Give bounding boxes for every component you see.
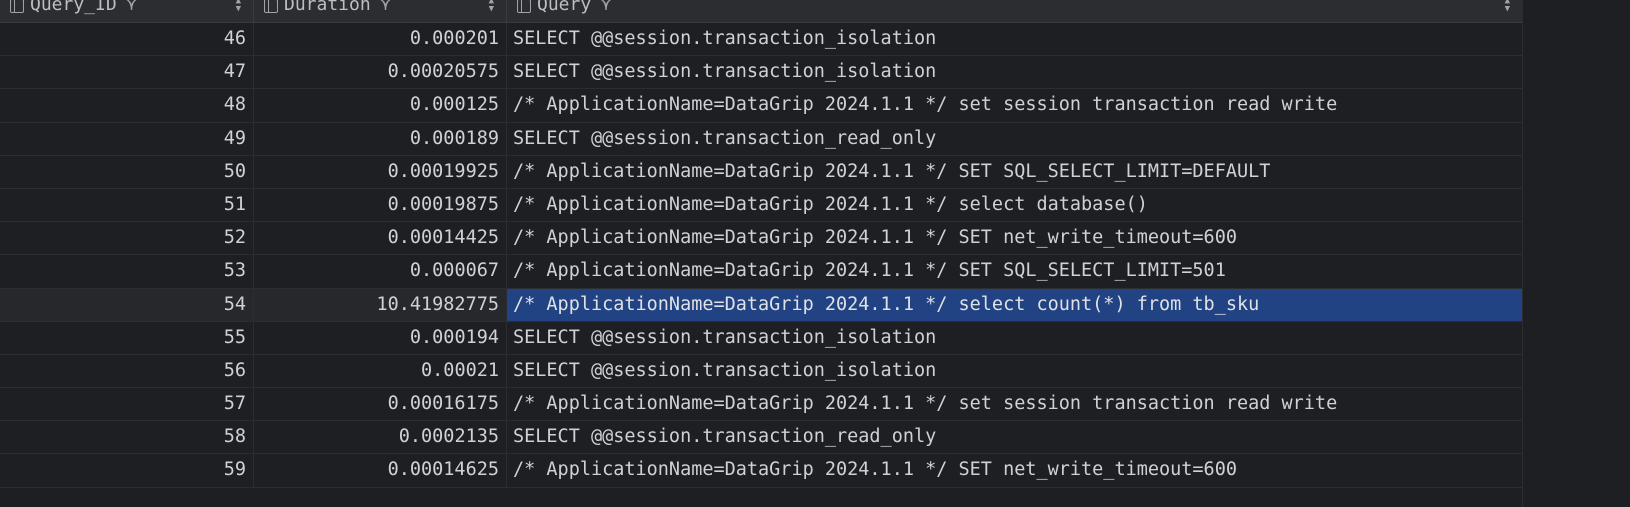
cell-query[interactable]: /* ApplicationName=DataGrip 2024.1.1 */ … — [507, 189, 1522, 221]
cell-query[interactable]: /* ApplicationName=DataGrip 2024.1.1 */ … — [507, 288, 1522, 321]
table-header: Query_ID ⋎ ▲ ▼ Duration ⋎ ▲ ▼ Query ⋎ ▲ ▼ — [0, 0, 1522, 23]
table-row[interactable]: 55 0.000194 SELECT @@session.transaction_i… — [0, 321, 1522, 355]
cell-duration[interactable]: 0.00014625 — [254, 454, 507, 487]
filter-icon[interactable]: ⋎ — [601, 0, 611, 16]
cell-query[interactable]: /* ApplicationName=DataGrip 2024.1.1 */ … — [507, 388, 1522, 420]
cell-query[interactable]: /* ApplicationName=DataGrip 2024.1.1 */ … — [507, 454, 1522, 486]
cell-query-id[interactable]: 53 — [0, 255, 254, 288]
sort-icon[interactable]: ▲ ▼ — [1505, 0, 1510, 14]
cell-duration[interactable]: 0.00020575 — [254, 56, 507, 89]
cell-query-id[interactable]: 51 — [0, 188, 254, 222]
cell-query[interactable]: SELECT @@session.transaction_isolation — [507, 23, 1522, 55]
cell-query[interactable]: /* ApplicationName=DataGrip 2024.1.1 */ … — [507, 156, 1522, 188]
empty-area — [1522, 0, 1630, 507]
table-row[interactable]: 52 0.00014425/* ApplicationName=DataGrip … — [0, 222, 1522, 256]
table-row[interactable]: 56 0.00021 SELECT @@session.transaction_is… — [0, 354, 1522, 389]
cell-query[interactable]: /* ApplicationName=DataGrip 2024.1.1 */ … — [507, 89, 1522, 121]
cell-query-id[interactable]: 54 — [0, 288, 254, 321]
query-profile-table: Query_ID ⋎ ▲ ▼ Duration ⋎ ▲ ▼ Query ⋎ ▲ ▼ 4… — [0, 0, 1522, 488]
table-row[interactable]: 54 10.41982775/* ApplicationName=DataGrip… — [0, 288, 1522, 322]
table-body: 46 0.000201 SELECT @@session.transaction_i… — [0, 23, 1522, 488]
column-icon — [517, 0, 531, 13]
cell-query-id[interactable]: 47 — [0, 56, 254, 89]
cell-duration[interactable]: 0.00014425 — [254, 222, 507, 255]
cell-query-id[interactable]: 55 — [0, 321, 254, 354]
cell-query[interactable]: SELECT @@session.transaction_read_only — [507, 123, 1522, 155]
cell-query-id[interactable]: 57 — [0, 388, 254, 421]
cell-duration[interactable]: 0.00021 — [254, 354, 507, 388]
cell-query[interactable]: /* ApplicationName=DataGrip 2024.1.1 */ … — [507, 222, 1522, 254]
cell-duration[interactable]: 0.00019925 — [254, 155, 507, 188]
table-row[interactable]: 48 0.000125/* ApplicationName=DataGrip 20… — [0, 89, 1522, 123]
table-row[interactable]: 47 0.00020575 SELECT @@session.transaction… — [0, 56, 1522, 90]
cell-query-id[interactable]: 52 — [0, 222, 254, 255]
cell-query[interactable]: SELECT @@session.transaction_isolation — [507, 322, 1522, 354]
cell-duration[interactable]: 0.00016175 — [254, 388, 507, 421]
cell-duration[interactable]: 10.41982775 — [254, 288, 507, 321]
cell-query-id[interactable]: 59 — [0, 454, 254, 487]
table-row[interactable]: 49 0.000189 SELECT @@session.transaction_r… — [0, 122, 1522, 156]
column-header-query[interactable]: Query ⋎ ▲ ▼ — [507, 0, 1522, 22]
cell-query-id[interactable]: 48 — [0, 89, 254, 122]
cell-duration[interactable]: 0.000189 — [254, 122, 507, 155]
cell-query-id[interactable]: 49 — [0, 122, 254, 155]
cell-query-id[interactable]: 50 — [0, 155, 254, 188]
table-row[interactable]: 58 0.0002135 SELECT @@session.transaction_… — [0, 421, 1522, 455]
cell-query-id[interactable]: 58 — [0, 421, 254, 454]
column-icon — [10, 0, 24, 13]
cell-duration[interactable]: 0.000067 — [254, 255, 507, 288]
table-row[interactable]: 50 0.00019925/* ApplicationName=DataGrip … — [0, 155, 1522, 189]
cell-query[interactable]: SELECT @@session.transaction_read_only — [507, 421, 1522, 453]
table-row[interactable]: 57 0.00016175/* ApplicationName=DataGrip … — [0, 388, 1522, 422]
table-row[interactable]: 46 0.000201 SELECT @@session.transaction_i… — [0, 23, 1522, 57]
cell-duration[interactable]: 0.00019875 — [254, 188, 507, 222]
cell-duration[interactable]: 0.000125 — [254, 89, 507, 122]
column-header-duration[interactable]: Duration ⋎ ▲ ▼ — [254, 0, 507, 22]
table-row[interactable]: 51 0.00019875/* ApplicationName=DataGrip … — [0, 188, 1522, 223]
cell-duration[interactable]: 0.000201 — [254, 23, 507, 56]
filter-icon[interactable]: ⋎ — [381, 0, 391, 16]
cell-duration[interactable]: 0.000194 — [254, 321, 507, 354]
column-icon — [264, 0, 278, 13]
cell-query-id[interactable]: 46 — [0, 23, 254, 56]
cell-query[interactable]: SELECT @@session.transaction_isolation — [507, 56, 1522, 88]
cell-query[interactable]: /* ApplicationName=DataGrip 2024.1.1 */ … — [507, 255, 1522, 287]
table-row[interactable]: 59 0.00014625/* ApplicationName=DataGrip … — [0, 454, 1522, 488]
cell-query[interactable]: SELECT @@session.transaction_isolation — [507, 355, 1522, 387]
sort-icon[interactable]: ▲ ▼ — [489, 0, 494, 14]
filter-icon[interactable]: ⋎ — [127, 0, 137, 16]
cell-query-id[interactable]: 56 — [0, 354, 254, 388]
table-row[interactable]: 53 0.000067/* ApplicationName=DataGrip 20… — [0, 255, 1522, 289]
cell-duration[interactable]: 0.0002135 — [254, 421, 507, 454]
column-header-query-id[interactable]: Query_ID ⋎ ▲ ▼ — [0, 0, 254, 22]
sort-icon[interactable]: ▲ ▼ — [236, 0, 241, 14]
